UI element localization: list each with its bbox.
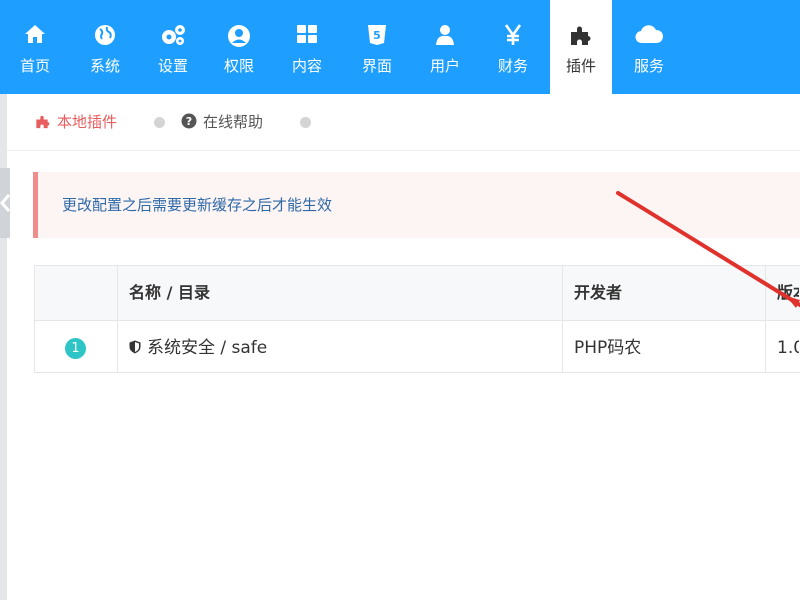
alert-text: 更改配置之后需要更新缓存之后才能生效 — [62, 196, 333, 214]
column-divider — [117, 266, 118, 372]
tab-separator-dot — [300, 117, 311, 128]
nav-label: 系统 — [89, 57, 120, 75]
nav-item-settings[interactable]: 设置 — [140, 0, 206, 94]
nav-item-interface[interactable]: 5 界面 — [342, 0, 412, 94]
plugin-developer: PHP码农 — [574, 338, 642, 358]
nav-label: 财务 — [497, 57, 528, 75]
yen-icon — [478, 24, 548, 48]
tab-label: 本地插件 — [57, 113, 118, 131]
tab-separator-dot — [154, 117, 165, 128]
sub-tab-bar: 本地插件 ? 在线帮助 — [7, 94, 800, 151]
top-navigation: 首页 系统 设置 权限 内容 5 界面 用户 财务 插件 服务 — [0, 0, 800, 94]
nav-label: 设置 — [157, 57, 188, 75]
nav-item-plugins[interactable]: 插件 — [550, 0, 612, 94]
nav-item-finance[interactable]: 财务 — [478, 0, 548, 94]
config-cache-alert: 更改配置之后需要更新缓存之后才能生效 — [33, 172, 800, 238]
sidebar-toggle[interactable] — [0, 168, 10, 238]
svg-text:?: ? — [186, 115, 192, 128]
grid-icon — [272, 24, 342, 48]
shield-icon — [129, 340, 141, 354]
nav-label: 内容 — [291, 57, 322, 75]
plugin-version: 1.0 — [777, 338, 799, 358]
nav-item-users[interactable]: 用户 — [412, 0, 478, 94]
nav-item-home[interactable]: 首页 — [0, 0, 70, 94]
column-divider — [765, 266, 766, 372]
chevron-left-icon — [0, 194, 10, 212]
user-circle-icon — [206, 24, 272, 48]
row-index-badge: 1 — [65, 338, 86, 359]
column-divider — [562, 266, 563, 372]
nav-label: 用户 — [429, 57, 460, 75]
column-header-developer: 开发者 — [574, 283, 623, 302]
column-header-version: 版本 — [777, 283, 799, 302]
nav-label: 首页 — [19, 57, 50, 75]
plugin-name: 系统安全 / safe — [147, 338, 268, 358]
nav-item-services[interactable]: 服务 — [614, 0, 684, 94]
cogs-icon — [140, 24, 206, 48]
home-icon — [0, 24, 70, 48]
nav-item-content[interactable]: 内容 — [272, 0, 342, 94]
html5-icon: 5 — [342, 24, 412, 48]
nav-label: 界面 — [361, 57, 392, 75]
plugin-table: 名称 / 目录 开发者 版本 1 系统安全 / safe PHP码农 1.0 — [34, 265, 800, 373]
tab-label: 在线帮助 — [203, 113, 264, 131]
column-header-name: 名称 / 目录 — [129, 283, 210, 302]
question-circle-icon: ? — [181, 113, 197, 129]
tab-local-plugins[interactable]: 本地插件 — [35, 111, 117, 133]
nav-label: 权限 — [223, 57, 254, 75]
nav-item-permissions[interactable]: 权限 — [206, 0, 272, 94]
globe-icon — [70, 24, 140, 48]
nav-label: 插件 — [565, 57, 596, 75]
table-row[interactable]: 系统安全 / safe — [129, 337, 549, 359]
puzzle-icon — [36, 115, 50, 129]
svg-text:5: 5 — [373, 29, 381, 42]
cloud-icon — [614, 24, 684, 48]
tab-online-help[interactable]: ? 在线帮助 — [181, 111, 263, 133]
nav-label: 服务 — [633, 57, 664, 75]
user-icon — [412, 24, 478, 48]
puzzle-icon — [550, 24, 612, 48]
nav-item-system[interactable]: 系统 — [70, 0, 140, 94]
